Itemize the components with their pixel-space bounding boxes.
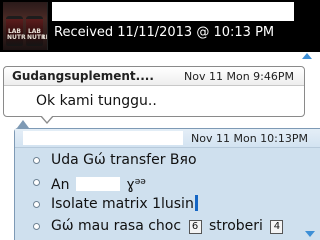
bullet-icon: [33, 223, 40, 230]
message-time: Nov 11 Mon 10:13PM: [191, 132, 308, 145]
avatar-label: LAB NUTRITION: [7, 28, 44, 41]
message-time: Nov 11 Mon 9:46PM: [184, 70, 294, 83]
sender-name-redacted: [23, 131, 183, 145]
emoji-placeholder-icon: 6: [188, 220, 202, 234]
line-superscript: ǝǝ: [134, 177, 146, 187]
line-text: Gώ mau rasa choc: [51, 218, 182, 234]
bullet-icon: [33, 179, 40, 186]
scroll-down-icon[interactable]: [305, 231, 315, 237]
message-line: Gώ mau rasa choc 6 stroberi 4: [15, 215, 320, 237]
incoming-message[interactable]: Gudangsuplement.... Nov 11 Mon 9:46PM Ok…: [3, 66, 305, 124]
scroll-up-icon[interactable]: [302, 53, 312, 59]
contact-name-redacted: [52, 2, 294, 21]
line-text: Isolate matrix 1lusin: [51, 196, 194, 212]
avatar-jar-left: LAB NUTRITION: [6, 16, 44, 46]
line-text: Uda Gώ transfer Bяo: [51, 152, 197, 168]
line-text: stroberi: [208, 218, 263, 234]
avatar-label: LAB NUTRITION: [27, 28, 48, 41]
bubble-tail: [40, 115, 54, 124]
message-line: Uda Gώ transfer Bяo: [15, 149, 320, 171]
conversation-header: LAB NUTRITION LAB NUTRITION Received 11/…: [0, 0, 320, 52]
redacted-text: [75, 177, 120, 191]
message-line: An ɣǝǝ: [15, 171, 320, 193]
message-text: Ok kami tunggu..: [36, 93, 157, 109]
bullet-icon: [33, 201, 40, 208]
emoji-placeholder-icon: 4: [270, 220, 284, 234]
outgoing-message[interactable]: Nov 11 Mon 10:13PM Uda Gώ transfer Bяo A…: [14, 120, 320, 240]
avatar-jar-right: LAB NUTRITION: [26, 16, 48, 46]
line-text: ɣ: [126, 177, 135, 193]
outgoing-message-header: Nov 11 Mon 10:13PM: [15, 129, 320, 148]
incoming-message-header: Gudangsuplement.... Nov 11 Mon 9:46PM: [4, 67, 304, 86]
line-text: An: [51, 177, 70, 193]
message-line: Isolate matrix 1lusin: [15, 193, 320, 215]
sender-name: Gudangsuplement....: [12, 69, 154, 83]
received-timestamp: Received 11/11/2013 @ 10:13 PM: [54, 25, 275, 40]
message-lines: Uda Gώ transfer Bяo An ɣǝǝ Isolate matri…: [15, 149, 320, 237]
text-cursor: [194, 195, 198, 211]
bubble-tail: [17, 120, 29, 128]
bullet-icon: [33, 157, 40, 164]
contact-avatar[interactable]: LAB NUTRITION LAB NUTRITION: [3, 2, 48, 50]
